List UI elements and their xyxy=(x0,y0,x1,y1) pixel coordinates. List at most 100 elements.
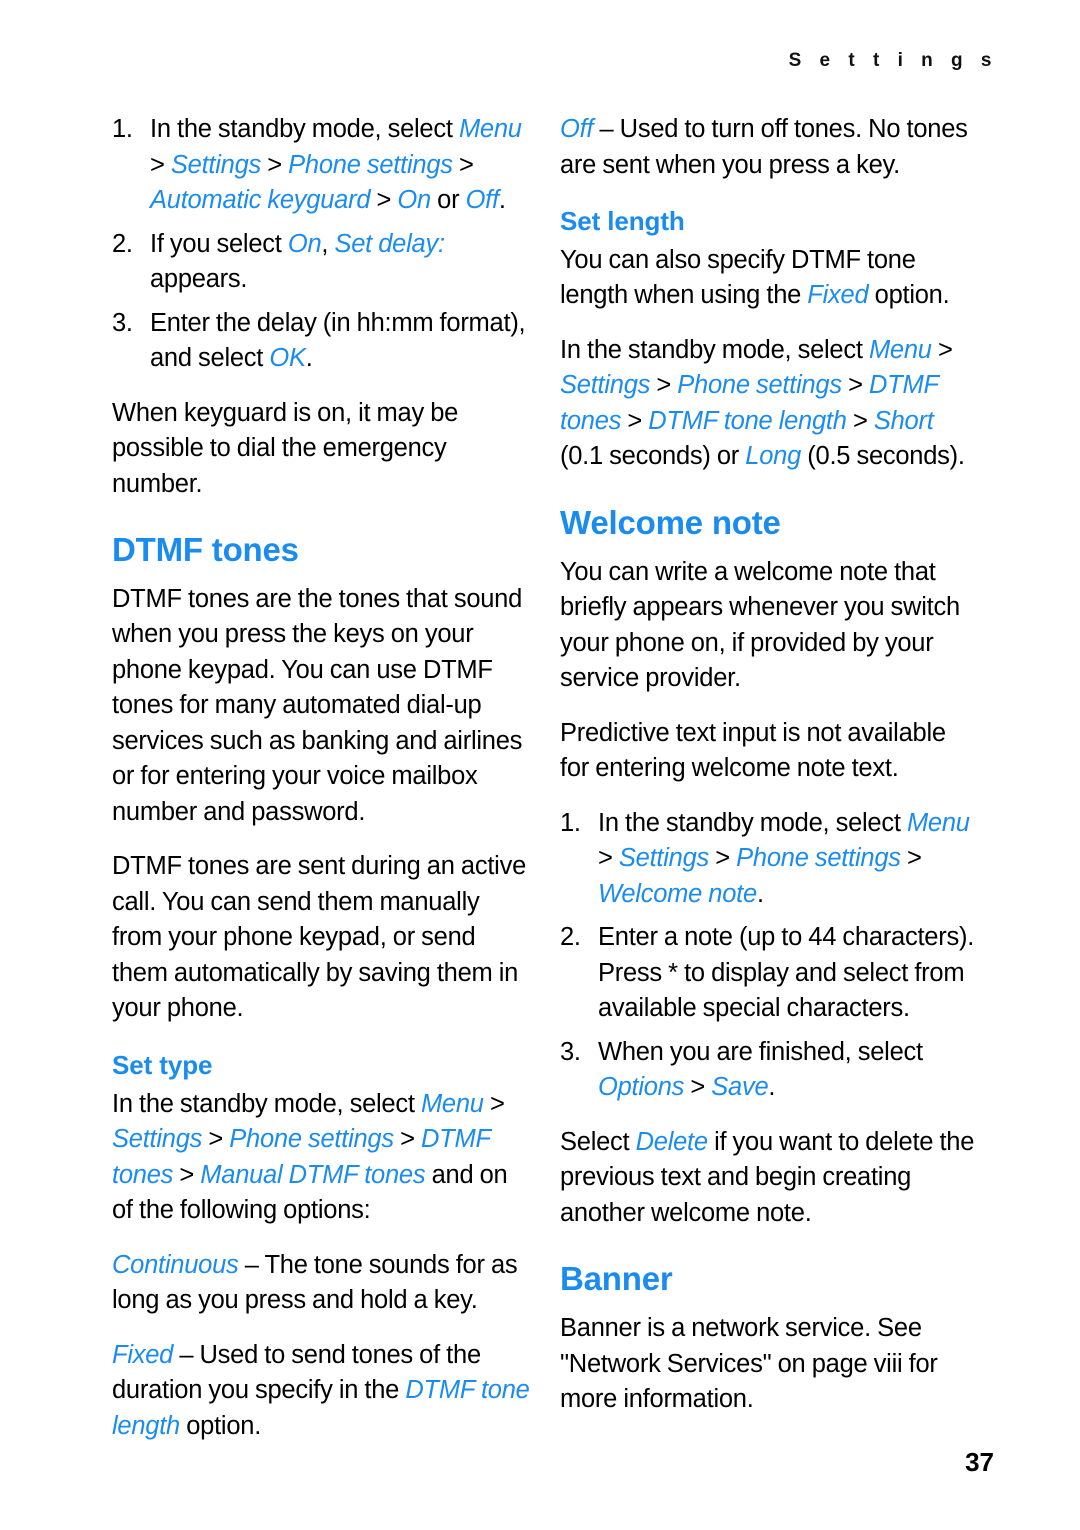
body-text-run: > xyxy=(931,335,953,364)
ui-path-reference: Phone settings xyxy=(677,371,842,400)
body-text-run: . xyxy=(498,186,506,214)
body-text-run: > xyxy=(709,844,737,873)
list-item-text: In the standby mode, select Menu > Setti… xyxy=(150,115,522,214)
body-text-run: Enter a note (up to 44 characters). Pres… xyxy=(598,923,975,1023)
body-text-run: Enter the delay (in hh:mm format), and s… xyxy=(150,308,526,373)
ui-path-reference: Settings xyxy=(618,844,710,873)
welcome-paragraph-2: Predictive text input is not available f… xyxy=(560,718,946,783)
ui-path-reference: Options xyxy=(598,1073,685,1102)
ui-path-reference: Menu xyxy=(906,808,970,837)
list-item-text: If you select On, Set delay: appears. xyxy=(150,230,445,294)
body-text-run: . xyxy=(305,344,313,372)
body-text-run: – Used to turn off tones. No tones are s… xyxy=(560,115,968,179)
dtmf-paragraph-1: DTMF tones are the tones that sound when… xyxy=(112,584,523,826)
body-text-run: > xyxy=(173,1160,201,1189)
ui-path-reference: Phone settings xyxy=(736,844,901,873)
right-column: Off – Used to turn off tones. No tones a… xyxy=(560,112,978,1437)
list-item-text: Enter a note (up to 44 characters). Pres… xyxy=(598,923,974,1022)
body-text-run: > xyxy=(846,406,874,435)
option-off-paragraph: Off – Used to turn off tones. No tones a… xyxy=(560,112,978,183)
list-item: 1. In the standby mode, select Menu > Set… xyxy=(560,806,978,913)
set-length-paragraph: You can also specify DTMF tone length wh… xyxy=(560,243,978,314)
body-text-run: When you are finished, select xyxy=(598,1037,923,1066)
left-column: 1. In the standby mode, select Menu > Set… xyxy=(112,112,530,1463)
ui-path-reference: Phone settings xyxy=(229,1125,394,1154)
ui-path-reference: Phone settings xyxy=(288,150,453,179)
body-text-run: In the standby mode, select xyxy=(112,1089,421,1118)
body-text-run: > xyxy=(370,186,398,214)
ui-path-reference: Off xyxy=(465,186,500,214)
list-item-text: When you are finished, select Options > … xyxy=(598,1038,923,1102)
body-text-run: option. xyxy=(868,281,950,310)
list-item-marker: 2. xyxy=(560,923,581,952)
dtmf-paragraph-2: DTMF tones are sent during an active cal… xyxy=(112,852,527,1023)
body-text-run: > xyxy=(841,371,869,400)
body-text-run: . xyxy=(756,879,764,908)
ui-path-reference: On xyxy=(397,186,431,214)
body-text-run: > xyxy=(483,1089,505,1118)
ui-path-reference: Set delay: xyxy=(334,229,445,258)
ui-path-reference: Save xyxy=(711,1073,769,1102)
body-text-run: appears. xyxy=(150,265,248,293)
body-text-run: > xyxy=(452,150,474,179)
list-item: 3. When you are finished, select Options … xyxy=(560,1035,978,1106)
body-text-run: If you select xyxy=(150,229,288,258)
ui-path-reference: Automatic keyguard xyxy=(150,186,371,214)
ui-path-reference: DTMF tone length xyxy=(648,406,847,435)
list-item: 2. If you select On, Set delay: appears. xyxy=(112,227,530,298)
ui-path-reference: Settings xyxy=(170,150,262,179)
ui-path-reference: Settings xyxy=(112,1125,203,1154)
list-item: 3. Enter the delay (in hh:mm format), and… xyxy=(112,306,530,377)
option-continuous-paragraph: Continuous – The tone sounds for as long… xyxy=(112,1248,530,1319)
ui-path-reference: On xyxy=(287,229,322,258)
body-text-run: option. xyxy=(179,1411,262,1440)
body-text-run: , xyxy=(321,229,335,258)
ui-path-reference: Fixed xyxy=(112,1340,174,1369)
body-text-run: Select xyxy=(560,1127,636,1156)
list-item-marker: 1. xyxy=(112,115,133,143)
ui-path-reference: Fixed xyxy=(807,281,869,310)
list-item: 2. Enter a note (up to 44 characters). Pr… xyxy=(560,920,978,1027)
body-text-run: > xyxy=(150,150,171,179)
body-text-run: > xyxy=(621,406,649,435)
manual-page: S e t t i n g s 1. In the standby mode, s… xyxy=(0,0,1080,1530)
ui-path-reference: Short xyxy=(873,406,934,435)
heading-dtmf-tones: DTMF tones xyxy=(112,531,299,568)
ui-path-reference: Manual DTMF tones xyxy=(200,1160,426,1189)
ui-path-reference: Welcome note xyxy=(598,879,757,908)
body-text-run: > xyxy=(598,844,619,873)
list-item-marker: 2. xyxy=(112,229,133,258)
body-text-run: > xyxy=(261,150,289,179)
heading-set-length: Set length xyxy=(560,206,685,236)
ui-path-reference: OK xyxy=(269,344,306,372)
body-text-run: > xyxy=(202,1125,230,1154)
list-item-text: In the standby mode, select Menu > Setti… xyxy=(598,809,970,908)
ui-path-reference: Menu xyxy=(458,115,522,143)
heading-banner: Banner xyxy=(560,1260,673,1298)
ui-path-reference: Continuous xyxy=(112,1250,239,1279)
body-text-run: > xyxy=(900,844,922,873)
ui-path-reference: Menu xyxy=(868,335,932,364)
welcome-steps-list: 1. In the standby mode, select Menu > Set… xyxy=(560,806,978,1106)
ui-path-reference: Settings xyxy=(560,371,651,400)
body-text-run: In the standby mode, select xyxy=(598,808,907,837)
set-type-path-paragraph: In the standby mode, select Menu > Setti… xyxy=(112,1087,530,1229)
body-text-run: or xyxy=(430,186,466,214)
body-text-run: > xyxy=(393,1125,421,1154)
set-length-path-paragraph: In the standby mode, select Menu > Setti… xyxy=(560,333,978,475)
body-text-run: In the standby mode, select xyxy=(560,335,869,364)
page-number: 37 xyxy=(965,1447,994,1477)
list-item: 1. In the standby mode, select Menu > Set… xyxy=(112,112,530,219)
keyguard-note-paragraph: When keyguard is on, it may be possible … xyxy=(112,398,459,498)
ui-path-reference: Off xyxy=(560,115,594,143)
ui-path-reference: Delete xyxy=(635,1127,708,1156)
ui-path-reference: Long xyxy=(745,442,802,471)
list-item-text: Enter the delay (in hh:mm format), and s… xyxy=(150,308,526,373)
banner-paragraph: Banner is a network service. See "Networ… xyxy=(560,1314,938,1414)
welcome-paragraph-1: You can write a welcome note that briefl… xyxy=(560,557,960,693)
body-text-run: . xyxy=(768,1073,776,1102)
body-text-run: (0.5 seconds). xyxy=(801,442,965,471)
delete-paragraph: Select Delete if you want to delete the … xyxy=(560,1125,978,1232)
list-item-marker: 1. xyxy=(560,808,581,837)
heading-set-type: Set type xyxy=(112,1049,213,1080)
